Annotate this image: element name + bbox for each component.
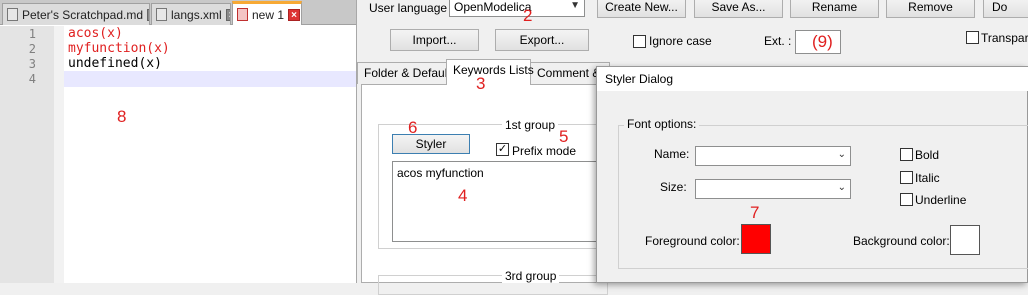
close-icon[interactable]: × [147,8,149,21]
underline-label: Underline [915,193,967,207]
keywords-textarea[interactable]: acos myfunction [392,161,602,242]
tab-folder-default[interactable]: Folder & Default [357,62,451,84]
font-name-select[interactable]: ⌄ [695,146,851,166]
annotation-9: (9) [812,32,833,51]
code-line[interactable]: acos(x) [68,26,123,41]
annotation-5: 5 [559,127,569,146]
annotation-8: 8 [117,107,127,126]
dialog-title: Styler Dialog [597,67,1028,91]
background-color-label: Background color: [853,234,950,248]
bold-label: Bold [915,148,940,162]
ignore-case-checkbox[interactable] [633,35,646,48]
line-number: 2 [28,42,36,56]
annotation-4: 4 [458,186,468,205]
tab-keywords-lists[interactable]: Keywords Lists [446,59,534,85]
line-number: 3 [28,57,36,71]
close-icon[interactable]: × [225,8,230,21]
background-color-swatch[interactable] [950,225,980,255]
user-language-select[interactable]: OpenModelica ▼ [449,0,585,17]
ext-label: Ext. : [764,34,792,48]
code-line[interactable]: myfunction(x) [68,41,170,56]
tab-label: new 1 [252,7,285,22]
transparent-checkbox[interactable] [966,31,979,44]
transparent-label: Transpare [981,31,1028,45]
line-number: 4 [28,72,36,86]
prefix-mode-checkbox[interactable]: ✓ [496,143,509,156]
annotation-3: 3 [476,74,486,93]
foreground-color-label: Foreground color: [645,234,740,248]
close-icon[interactable]: × [288,8,301,21]
underline-checkbox[interactable] [900,193,913,206]
save-as-button[interactable]: Save As... [694,0,783,18]
group-3rd [378,275,608,295]
user-language-label: User language : [369,1,454,15]
editor-pane: Peter's Scratchpad.md × langs.xml × new … [0,0,356,283]
chevron-down-icon: ▼ [570,0,580,11]
import-button[interactable]: Import... [390,29,479,51]
tab-new-1[interactable]: new 1 × [232,1,302,25]
size-label: Size: [660,180,687,194]
current-line-highlight [64,71,356,87]
chevron-down-icon: ⌄ [837,149,846,160]
styler-dialog: Styler Dialog Font options: Name: ⌄ Size… [596,66,1028,283]
group-3rd-title: 3rd group [502,269,560,283]
tab-label: langs.xml [171,7,222,22]
italic-checkbox[interactable] [900,171,913,184]
rename-button[interactable]: Rename [790,0,879,18]
foreground-color-swatch[interactable] [741,224,771,254]
tab-label: Peter's Scratchpad.md [22,7,144,22]
name-label: Name: [654,147,690,161]
line-number: 1 [28,27,36,41]
export-button[interactable]: Export... [495,29,589,51]
do-button[interactable]: Do [983,0,1028,18]
annotation-2: 2 [523,6,533,25]
code-line[interactable]: undefined(x) [68,56,162,71]
remove-button[interactable]: Remove [886,0,975,18]
create-new-button[interactable]: Create New... [597,0,686,18]
chevron-down-icon: ⌄ [837,182,846,193]
ignore-case-label: Ignore case [649,34,712,48]
file-icon [7,8,18,21]
tab-peters-scratchpad[interactable]: Peter's Scratchpad.md × [2,3,150,25]
editor-tab-bar: Peter's Scratchpad.md × langs.xml × new … [0,0,356,25]
fold-margin [54,26,64,283]
file-icon [156,8,167,21]
tab-langs-xml[interactable]: langs.xml × [151,3,231,25]
file-icon [237,8,248,21]
italic-label: Italic [915,171,940,185]
annotation-7: 7 [750,203,760,222]
styler-button[interactable]: Styler [392,134,470,154]
user-language-value: OpenModelica [454,0,532,14]
font-options-label: Font options: [624,117,700,131]
bold-checkbox[interactable] [900,148,913,161]
keywords-text: acos myfunction [397,166,484,180]
group-1st-title: 1st group [502,118,559,132]
font-size-select[interactable]: ⌄ [695,179,851,199]
